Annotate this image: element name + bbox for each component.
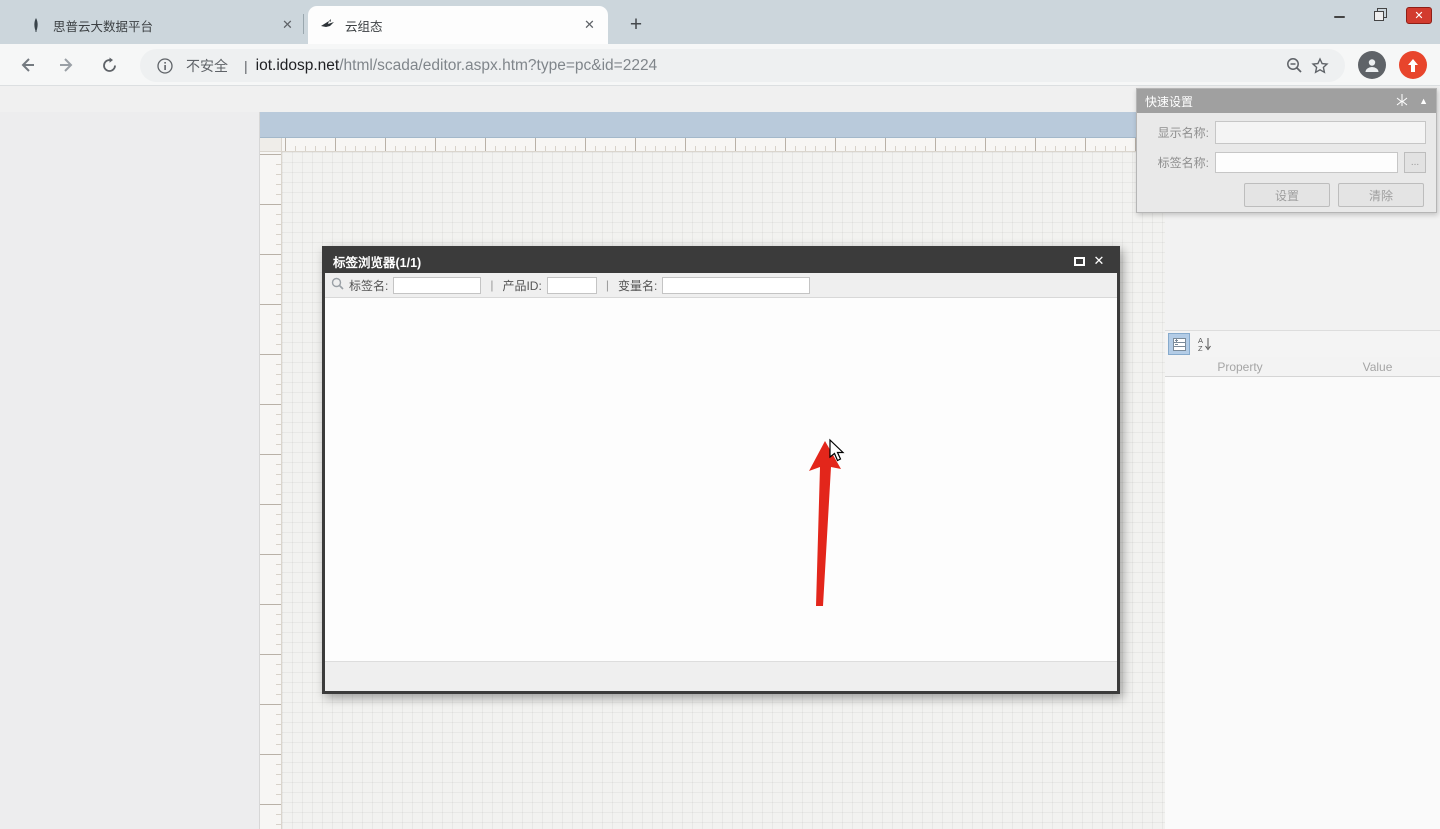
quick-settings-title: 快速设置 [1145, 93, 1193, 110]
dialog-search-bar: 标签名: | 产品ID: | 变量名: [325, 273, 1117, 298]
dialog-close-icon[interactable]: ✕ [1089, 253, 1109, 269]
browser-update-icon[interactable] [1399, 51, 1427, 79]
vertical-ruler [260, 152, 282, 829]
url-domain: iot.idosp.net [256, 57, 340, 74]
tag-name-label: 标签名: [349, 277, 388, 294]
address-bar[interactable]: 不安全 | iot.idosp.net/html/scada/editor.as… [140, 49, 1345, 82]
url-text[interactable]: iot.idosp.net/html/scada/editor.aspx.htm… [256, 57, 1281, 75]
tab2-close-icon[interactable]: ✕ [581, 17, 598, 34]
ruler-corner [260, 138, 282, 152]
browser-tab-1[interactable]: 思普云大数据平台 ✕ [16, 6, 306, 44]
display-name-label: 显示名称: [1147, 124, 1209, 141]
security-divider: | [244, 58, 248, 74]
property-panel: AZ Property Value [1165, 330, 1440, 829]
tab-title: 云组态 [345, 16, 581, 35]
close-highlight-badge: ✕ [1406, 7, 1432, 24]
variable-name-label: 变量名: [618, 277, 657, 294]
search-divider: | [490, 278, 493, 292]
alphabetical-sort-icon[interactable]: AZ [1193, 333, 1215, 355]
tag-name-label: 标签名称: [1147, 154, 1209, 171]
window-restore-button[interactable] [1360, 0, 1400, 28]
tab1-close-icon[interactable]: ✕ [279, 17, 296, 34]
back-button[interactable] [14, 52, 40, 78]
info-icon[interactable] [152, 53, 178, 79]
display-name-input[interactable] [1215, 121, 1426, 144]
tag-browser-dialog: 标签浏览器(1/1) ✕ 标签名: | 产品ID: | 变量名: [322, 246, 1120, 694]
new-tab-button[interactable]: + [622, 11, 650, 39]
clear-button[interactable]: 清除 [1338, 183, 1424, 207]
collapse-panel-icon[interactable] [1395, 93, 1409, 110]
horizontal-ruler [282, 138, 1165, 152]
quick-tag-name-input[interactable] [1215, 152, 1398, 173]
search-icon [331, 277, 344, 293]
tab2-favicon-icon [320, 17, 336, 33]
variable-name-input[interactable] [662, 277, 810, 294]
dialog-title-bar[interactable]: 标签浏览器(1/1) ✕ [325, 249, 1117, 273]
property-grid-header: Property Value [1165, 357, 1440, 377]
bookmark-star-icon[interactable] [1307, 53, 1333, 79]
property-column-header: Property [1165, 360, 1315, 374]
dialog-footer [325, 661, 1117, 691]
tab1-favicon-icon [28, 17, 44, 33]
value-column-header: Value [1315, 360, 1440, 374]
window-minimize-button[interactable] [1320, 0, 1360, 28]
reload-button[interactable] [96, 52, 122, 78]
tab-separator [303, 14, 304, 34]
zoom-out-page-icon[interactable] [1281, 53, 1307, 79]
security-label: 不安全 [186, 56, 228, 76]
property-toolbar: AZ [1165, 331, 1440, 357]
svg-text:Z: Z [1198, 344, 1203, 352]
component-palette [0, 112, 260, 829]
product-id-label: 产品ID: [502, 277, 541, 294]
browser-tab-strip: 思普云大数据平台 ✕ 云组态 ✕ + ✕ [0, 0, 1440, 44]
quick-settings-header[interactable]: 快速设置 ▲ [1137, 89, 1436, 113]
search-divider: | [606, 278, 609, 292]
editor-toolbar [260, 112, 1165, 138]
tag-name-input[interactable] [393, 277, 481, 294]
browse-tags-button[interactable]: ... [1404, 152, 1426, 173]
forward-button[interactable] [54, 52, 80, 78]
profile-avatar[interactable] [1358, 51, 1386, 79]
browser-window: 思普云大数据平台 ✕ 云组态 ✕ + ✕ 不安全 | iot.idosp.net… [0, 0, 1440, 829]
panel-collapse-arrow-icon[interactable]: ▲ [1419, 96, 1428, 106]
categorized-view-icon[interactable] [1168, 333, 1190, 355]
quick-settings-panel: 快速设置 ▲ 显示名称: 标签名称: ... 设置 清除 [1136, 88, 1437, 213]
tab-title: 思普云大数据平台 [53, 16, 279, 35]
set-button[interactable]: 设置 [1244, 183, 1330, 207]
product-id-input[interactable] [547, 277, 597, 294]
dialog-title: 标签浏览器(1/1) [333, 252, 421, 271]
dialog-maximize-icon[interactable] [1069, 253, 1089, 269]
browser-tab-2-active[interactable]: 云组态 ✕ [308, 6, 608, 44]
url-path: /html/scada/editor.aspx.htm?type=pc&id=2… [339, 57, 657, 74]
